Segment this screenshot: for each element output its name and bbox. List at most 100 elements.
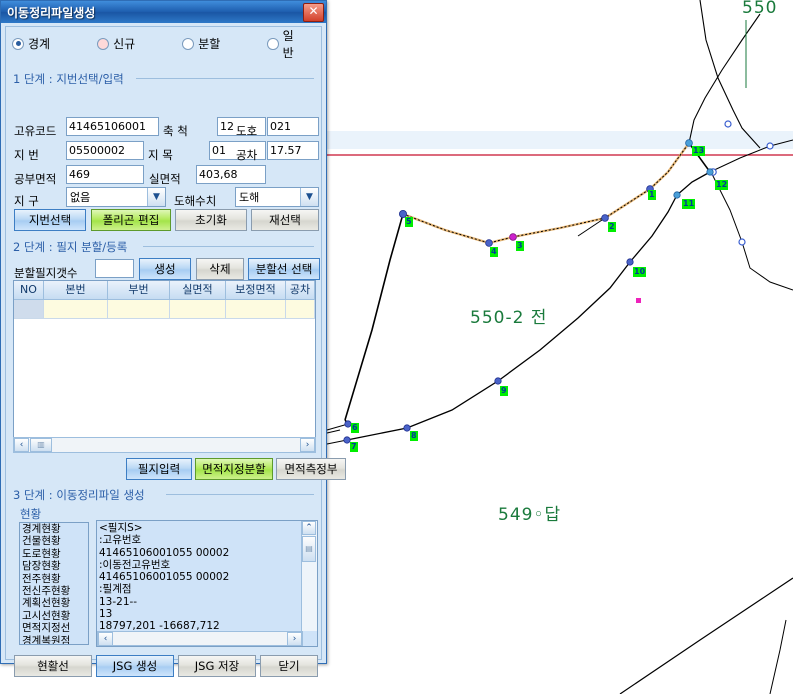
- text-scroll-left-icon[interactable]: ‹: [98, 631, 113, 646]
- map-vertex-open-a[interactable]: [738, 238, 746, 246]
- radio-icon-bunhal: [182, 37, 195, 50]
- node-label-7[interactable]: 7: [350, 442, 358, 452]
- node-label-10[interactable]: 10: [633, 267, 647, 277]
- table-horizontal-scrollbar[interactable]: ‹ ▥ ›: [13, 437, 316, 453]
- td-no[interactable]: [14, 300, 44, 318]
- list-item-4[interactable]: 전주현황: [20, 573, 88, 585]
- delete-button[interactable]: 삭제: [196, 258, 244, 280]
- chevron-down-icon-dohae[interactable]: ▼: [300, 188, 318, 206]
- area-split-button[interactable]: 면적지정분할: [195, 458, 273, 480]
- text-horizontal-scrollbar[interactable]: ‹ ›: [97, 631, 303, 646]
- step1-divider: [136, 78, 314, 79]
- node-label-8[interactable]: 8: [410, 431, 418, 441]
- node-label-6[interactable]: 6: [351, 423, 359, 433]
- input-doho[interactable]: 021: [267, 117, 319, 136]
- input-gongcha[interactable]: 17.57: [267, 141, 319, 160]
- jsg-create-button[interactable]: JSG 생성: [96, 655, 174, 677]
- vertex-2[interactable]: [601, 214, 609, 222]
- list-item-5[interactable]: 전신주현황: [20, 585, 88, 597]
- create-button[interactable]: 생성: [139, 258, 191, 280]
- label-chukcheok: 축 척: [163, 124, 188, 138]
- list-item-3[interactable]: 담장현황: [20, 560, 88, 572]
- node-label-11[interactable]: 11: [682, 199, 696, 209]
- table-scroll-thumb[interactable]: ▥: [30, 438, 52, 452]
- vertex-10[interactable]: [626, 258, 634, 266]
- step1-caption: 1 단계 : 지번선택/입력: [13, 71, 128, 87]
- magenta-point-marker[interactable]: [636, 298, 641, 303]
- vertex-12[interactable]: [706, 168, 714, 176]
- text-scroll-thumb[interactable]: ▤: [302, 536, 316, 562]
- radio-bunhal[interactable]: 분할: [182, 35, 253, 52]
- label-split-count: 분할필지갯수: [14, 266, 78, 280]
- label-doho: 도호: [236, 124, 258, 138]
- vertex-9[interactable]: [494, 377, 502, 385]
- list-item-6[interactable]: 계획선현황: [20, 597, 88, 609]
- map-vertex-open-c[interactable]: [724, 120, 732, 128]
- vertex-3[interactable]: [509, 233, 517, 241]
- dialog-titlebar[interactable]: 이동정리파일생성 ✕: [1, 1, 326, 23]
- td-corr-area[interactable]: [226, 300, 286, 318]
- node-label-12[interactable]: 12: [715, 180, 729, 190]
- dialog-client-area: 경계 신규 분할 일반 1 단계 : 지번선택/입력 고유코드 41465106…: [5, 26, 346, 677]
- area-measure-button[interactable]: 면적측정부: [276, 458, 346, 480]
- input-split-count[interactable]: [95, 259, 134, 278]
- close-button[interactable]: 닫기: [260, 655, 318, 677]
- text-vertical-scrollbar[interactable]: ⌃ ▤: [301, 521, 317, 631]
- radio-label-bunhal: 분할: [198, 37, 221, 51]
- node-label-1[interactable]: 1: [648, 190, 656, 200]
- node-label-13[interactable]: 13: [692, 146, 706, 156]
- close-icon[interactable]: ✕: [303, 2, 324, 22]
- select-dohae[interactable]: 도해 ▼: [235, 187, 319, 207]
- input-gongbu-area[interactable]: 469: [66, 165, 144, 184]
- th-real-area: 실면적: [170, 281, 226, 299]
- parcel-label-550: 550: [742, 0, 778, 18]
- vertex-11[interactable]: [673, 191, 681, 199]
- input-real-area[interactable]: 403,68: [196, 165, 266, 184]
- radio-ilban[interactable]: 일반: [267, 27, 303, 61]
- td-bubeon[interactable]: [108, 300, 170, 318]
- list-item-8[interactable]: 면적지정선: [20, 622, 88, 634]
- radio-label-ilban: 일반: [282, 28, 294, 60]
- input-jibeon[interactable]: 05500002: [66, 141, 144, 160]
- td-real-area[interactable]: [170, 300, 226, 318]
- radio-label-singyu: 신규: [113, 37, 136, 51]
- input-parcel-button[interactable]: 필지입력: [126, 458, 192, 480]
- vertex-4[interactable]: [485, 239, 493, 247]
- table-row[interactable]: [14, 300, 315, 319]
- list-item-1[interactable]: 건물현황: [20, 535, 88, 547]
- scroll-right-icon[interactable]: ›: [300, 438, 315, 452]
- input-goyucode[interactable]: 41465106001: [66, 117, 159, 136]
- reset-button[interactable]: 초기화: [175, 209, 247, 231]
- select-jibeon-button[interactable]: 지번선택: [14, 209, 86, 231]
- label-real-area: 실면적: [149, 172, 181, 186]
- list-item-9[interactable]: 경계복원점: [20, 635, 88, 644]
- scroll-left-icon[interactable]: ‹: [14, 438, 29, 452]
- node-label-9[interactable]: 9: [500, 386, 508, 396]
- split-parcel-table[interactable]: NO 본번 부번 실면적 보정면적 공차: [13, 280, 316, 438]
- output-text-panel[interactable]: <필지S> :고유번호 41465106001055 00002 :이동전고유번…: [96, 520, 318, 647]
- radio-singyu[interactable]: 신규: [97, 35, 168, 52]
- node-label-5[interactable]: 5: [405, 217, 413, 227]
- select-split-line-button[interactable]: 분할선 선택: [248, 258, 320, 280]
- scroll-up-icon[interactable]: ⌃: [302, 521, 316, 535]
- label-gongcha: 공차: [236, 148, 258, 162]
- current-line-button[interactable]: 현활선: [14, 655, 92, 677]
- edit-polygon-button[interactable]: 폴리곤 편집: [91, 209, 171, 231]
- reselect-button[interactable]: 재선택: [251, 209, 319, 231]
- list-item-7[interactable]: 고시선현황: [20, 610, 88, 622]
- map-vertex-open-b[interactable]: [766, 142, 774, 150]
- jsg-save-button[interactable]: JSG 저장: [178, 655, 256, 677]
- node-label-2[interactable]: 2: [608, 222, 616, 232]
- list-item-0[interactable]: 경계현황: [20, 523, 88, 535]
- td-gongcha[interactable]: [286, 300, 315, 318]
- status-listbox[interactable]: 경계현황 건물현황 도로현황 담장현황 전주현황 전신주현황 계획선현황 고시선…: [19, 522, 89, 645]
- chevron-down-icon-jigu[interactable]: ▼: [147, 188, 165, 206]
- select-jigu[interactable]: 없음 ▼: [66, 187, 166, 207]
- node-label-3[interactable]: 3: [516, 241, 524, 251]
- node-label-4[interactable]: 4: [490, 247, 498, 257]
- th-gongcha: 공차: [286, 281, 315, 299]
- list-item-2[interactable]: 도로현황: [20, 548, 88, 560]
- radio-gyeonggye[interactable]: 경계: [12, 35, 83, 52]
- text-scroll-right-icon[interactable]: ›: [287, 631, 302, 646]
- td-bonbeon[interactable]: [44, 300, 108, 318]
